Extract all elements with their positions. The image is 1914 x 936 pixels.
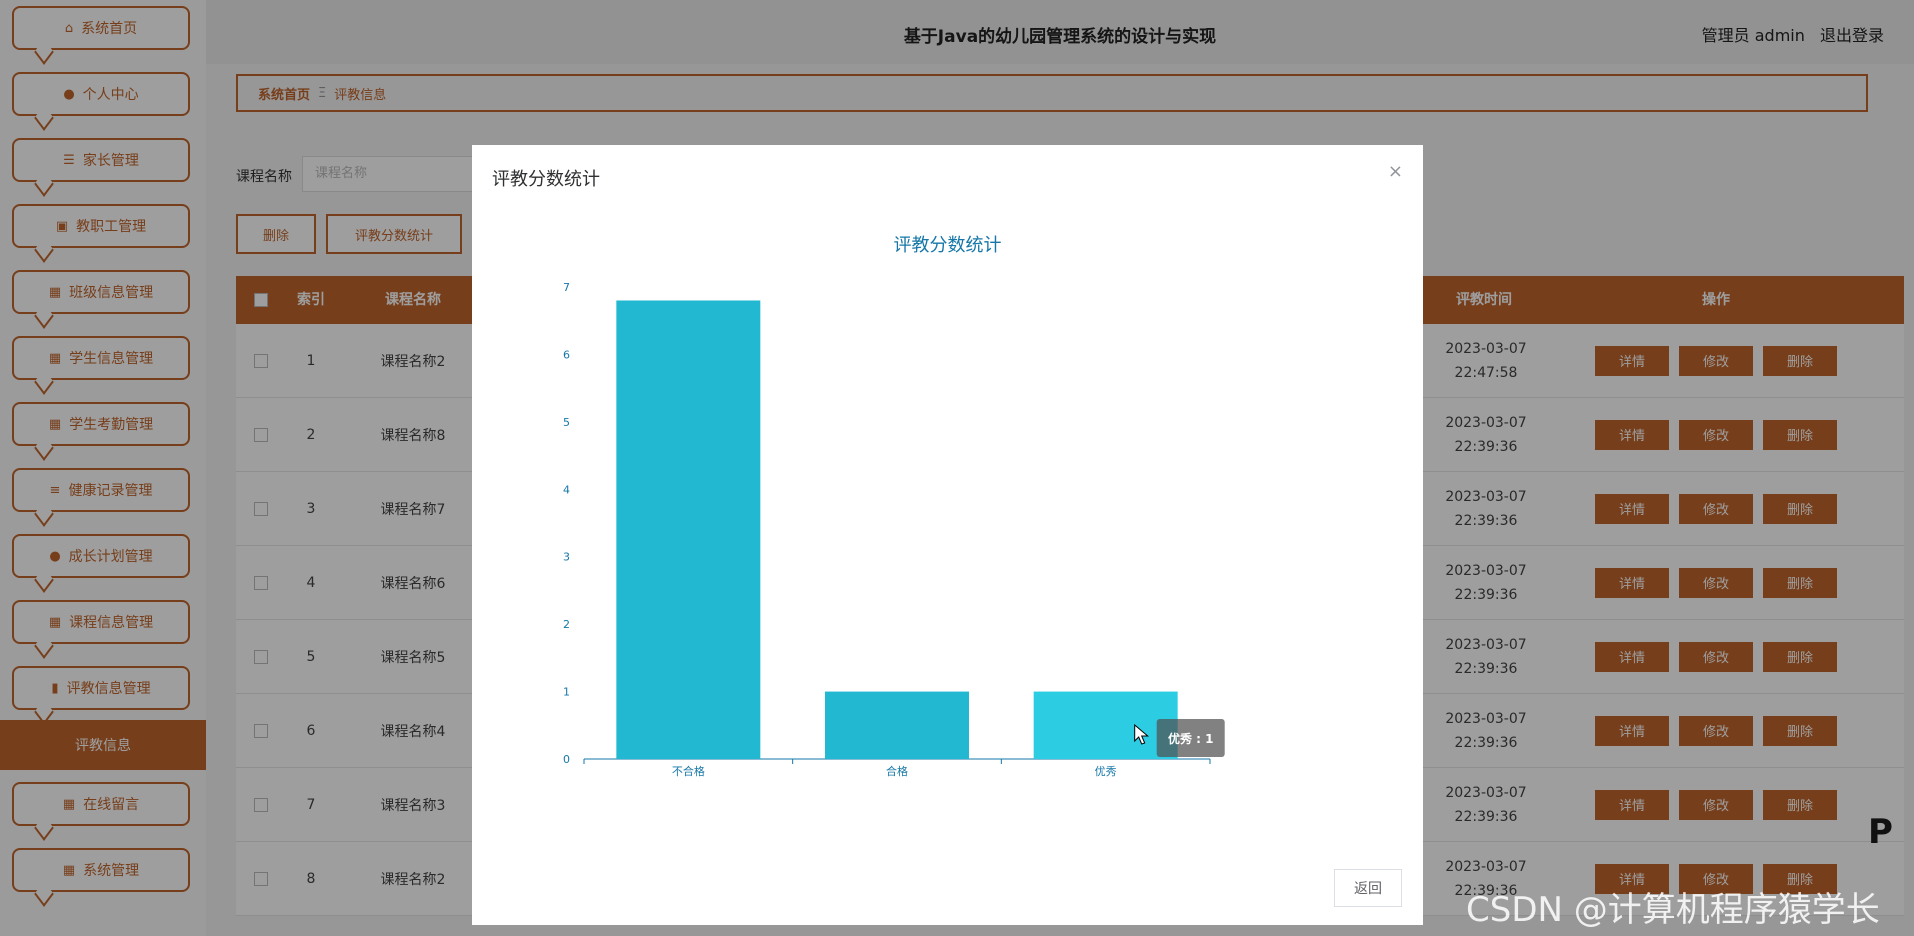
y-tick-label: 1 xyxy=(563,686,570,699)
x-tick-label: 优秀 xyxy=(1095,765,1117,778)
watermark: CSDN @计算机程序猿学长 xyxy=(1466,890,1880,930)
y-tick-label: 7 xyxy=(563,281,570,294)
x-tick-label: 不合格 xyxy=(672,764,705,778)
stats-dialog: 评教分数统计 × 评教分数统计 0 1 2 3 4 5 6 7 不合格 合格 优秀 优秀 : 1 返回 xyxy=(472,145,1423,925)
y-tick-label: 3 xyxy=(563,551,570,564)
y-tick-label: 2 xyxy=(563,618,570,631)
x-tick-label: 合格 xyxy=(886,764,908,778)
y-tick-label: 0 xyxy=(563,753,570,766)
bar-chart: 0 1 2 3 4 5 6 7 不合格 合格 优秀 优秀 : 1 xyxy=(563,281,1225,778)
y-tick-label: 6 xyxy=(563,348,570,361)
y-tick-label: 5 xyxy=(563,416,570,429)
bar-1 xyxy=(825,691,969,759)
return-button[interactable]: 返回 xyxy=(1334,869,1402,907)
y-tick-label: 4 xyxy=(563,483,570,496)
edge-glyph: P xyxy=(1868,812,1893,852)
bar-0 xyxy=(616,300,761,759)
chart-tooltip: 优秀 : 1 xyxy=(1168,731,1214,746)
bar-2 xyxy=(1033,691,1178,759)
